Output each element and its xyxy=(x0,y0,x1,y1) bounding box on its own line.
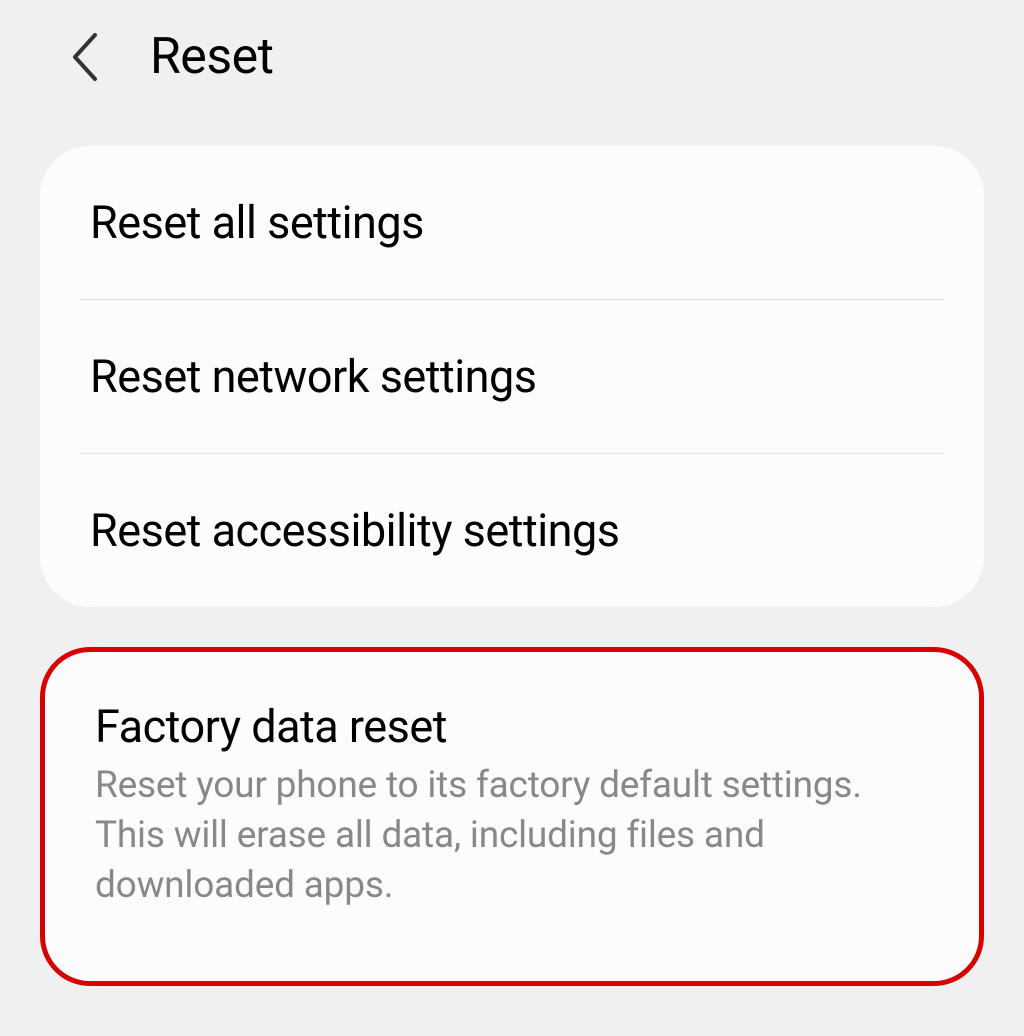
reset-accessibility-settings[interactable]: Reset accessibility settings xyxy=(40,454,984,607)
list-item-label: Reset all settings xyxy=(90,196,934,249)
content: Reset all settings Reset network setting… xyxy=(0,116,1024,1016)
header: Reset xyxy=(0,0,1024,116)
list-item-description: Reset your phone to its factory default … xyxy=(95,761,929,911)
factory-data-reset[interactable]: Factory data reset Reset your phone to i… xyxy=(45,652,979,981)
reset-all-settings[interactable]: Reset all settings xyxy=(40,146,984,299)
list-item-label: Reset network settings xyxy=(90,350,934,403)
list-item-label: Reset accessibility settings xyxy=(90,504,934,557)
settings-group-2: Factory data reset Reset your phone to i… xyxy=(40,647,984,986)
list-item-label: Factory data reset xyxy=(95,700,929,753)
settings-group-1: Reset all settings Reset network setting… xyxy=(40,146,984,607)
page-title: Reset xyxy=(150,28,274,86)
reset-network-settings[interactable]: Reset network settings xyxy=(40,300,984,453)
back-icon[interactable] xyxy=(68,31,102,83)
